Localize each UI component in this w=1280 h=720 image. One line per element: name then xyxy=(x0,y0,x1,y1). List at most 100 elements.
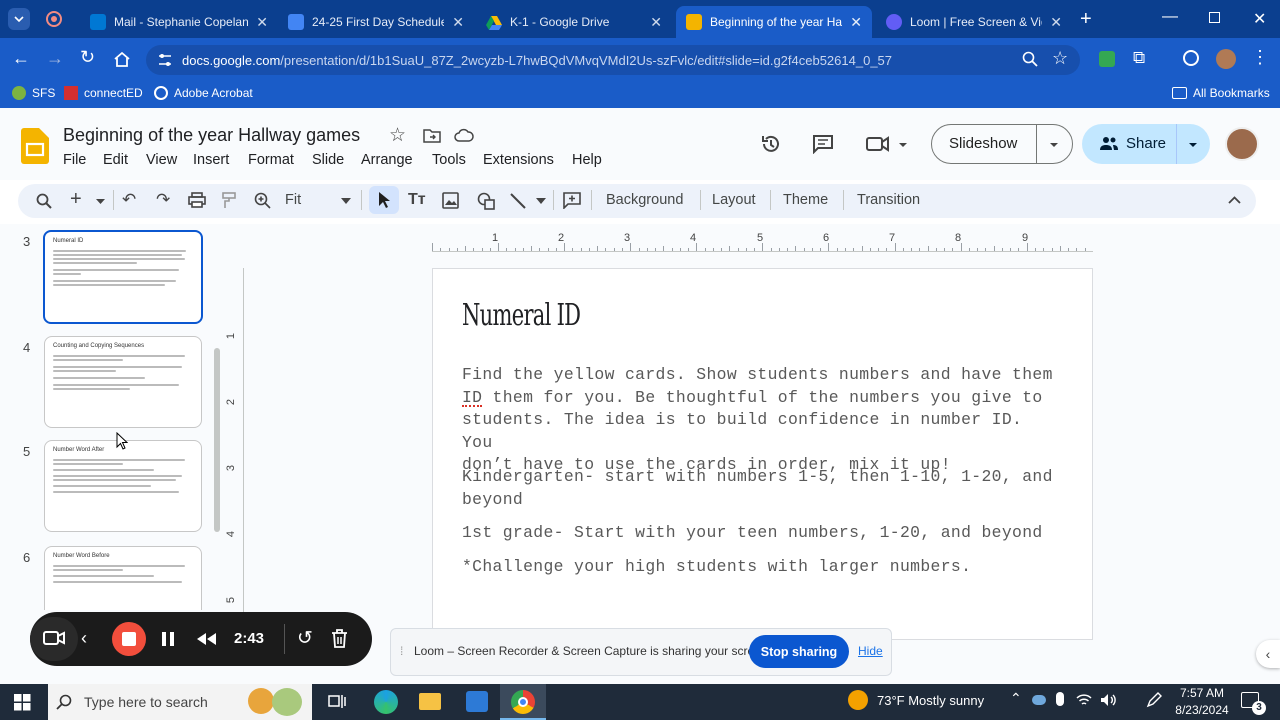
pause-icon[interactable] xyxy=(161,631,175,647)
undo-icon[interactable]: ↶ xyxy=(122,190,136,210)
menu-slide[interactable]: Slide xyxy=(312,152,344,168)
line-dropdown-icon[interactable] xyxy=(536,198,546,204)
slide-thumbnail-selected[interactable]: Numeral ID xyxy=(43,230,203,324)
close-tab-icon[interactable]: ✕ xyxy=(650,14,662,31)
show-hidden-icons-icon[interactable]: ⌃ xyxy=(1010,690,1022,707)
new-tab-icon[interactable]: + xyxy=(1080,8,1092,31)
add-comment-icon[interactable] xyxy=(563,192,581,209)
comments-icon[interactable] xyxy=(812,134,834,154)
bookmark-sfs[interactable]: SFS xyxy=(12,86,55,100)
layout-button[interactable]: Layout xyxy=(712,192,756,208)
menu-view[interactable]: View xyxy=(146,152,177,168)
version-history-icon[interactable] xyxy=(760,133,782,155)
trash-icon[interactable] xyxy=(331,629,348,648)
line-icon[interactable] xyxy=(510,193,526,209)
browser-tab[interactable]: 24-25 First Day Schedule f ✕ xyxy=(278,6,474,38)
cloud-saved-icon[interactable] xyxy=(454,128,474,142)
slide-paragraph[interactable]: 1st grade- Start with your teen numbers,… xyxy=(462,522,1062,545)
zoom-dropdown-icon[interactable] xyxy=(341,198,351,204)
new-slide-layout-dropdown-icon[interactable] xyxy=(96,199,105,204)
weather-text[interactable]: 73°F Mostly sunny xyxy=(877,693,984,708)
zoom-in-icon[interactable] xyxy=(254,192,271,209)
slide-paragraph[interactable]: *Challenge your high students with large… xyxy=(462,556,1062,579)
share-button[interactable]: Share xyxy=(1126,135,1166,152)
close-tab-icon[interactable]: ✕ xyxy=(256,14,268,31)
extension-icon[interactable] xyxy=(1099,51,1115,67)
browser-tab[interactable]: K-1 - Google Drive ✕ xyxy=(476,6,672,38)
tab-search-button[interactable] xyxy=(8,8,30,30)
slide-thumbnail[interactable]: Counting and Copying Sequences xyxy=(44,336,202,428)
profile-avatar[interactable] xyxy=(1216,49,1236,69)
performance-icon[interactable] xyxy=(1183,50,1199,66)
stop-sharing-button[interactable]: Stop sharing xyxy=(749,635,849,668)
menu-arrange[interactable]: Arrange xyxy=(361,152,413,168)
task-view-icon[interactable] xyxy=(328,693,346,710)
new-slide-icon[interactable]: + xyxy=(70,188,82,211)
slide-thumbnail[interactable]: Number Word Before xyxy=(44,546,202,610)
bookmark-adobe-acrobat[interactable]: Adobe Acrobat xyxy=(154,86,253,100)
filmstrip-scrollbar[interactable] xyxy=(214,348,220,532)
slideshow-button[interactable]: Slideshow xyxy=(949,135,1017,152)
browser-tab[interactable]: Mail - Stephanie Copeland ✕ xyxy=(80,6,278,38)
browser-tab[interactable]: Loom | Free Screen & Vide ✕ xyxy=(876,6,1072,38)
reload-icon[interactable]: ↻ xyxy=(80,47,95,68)
home-icon[interactable] xyxy=(113,51,131,67)
zoom-select[interactable]: Fit xyxy=(285,192,301,208)
meet-dropdown-icon[interactable] xyxy=(898,142,908,148)
transition-button[interactable]: Transition xyxy=(857,192,920,208)
restore-window-icon[interactable] xyxy=(1209,12,1220,23)
slide-title[interactable]: Numeral ID xyxy=(462,298,581,333)
network-icon[interactable] xyxy=(1076,693,1092,707)
volume-icon[interactable] xyxy=(1100,693,1118,707)
clock-time[interactable]: 7:57 AM xyxy=(1172,686,1232,700)
menu-insert[interactable]: Insert xyxy=(193,152,229,168)
shape-icon[interactable] xyxy=(477,192,495,210)
account-avatar[interactable] xyxy=(1225,127,1259,161)
redo-icon[interactable]: ↷ xyxy=(156,190,170,210)
menu-extensions[interactable]: Extensions xyxy=(483,152,554,168)
menu-edit[interactable]: Edit xyxy=(103,152,128,168)
meet-video-icon[interactable] xyxy=(866,136,890,152)
close-tab-icon[interactable]: ✕ xyxy=(452,14,464,31)
restart-icon[interactable]: ↺ xyxy=(297,627,313,650)
text-box-icon[interactable]: Tт xyxy=(408,191,426,209)
slide-paragraph[interactable]: Kindergarten- start with numbers 1-5, th… xyxy=(462,466,1062,511)
side-panel-toggle-icon[interactable]: ‹ xyxy=(1256,640,1280,668)
collapse-controls-icon[interactable]: ‹ xyxy=(81,628,87,649)
insert-image-icon[interactable] xyxy=(442,192,459,209)
edge-browser-icon[interactable] xyxy=(374,690,398,714)
bookmark-connected[interactable]: connectED xyxy=(64,86,143,100)
star-icon[interactable]: ☆ xyxy=(389,124,406,147)
hide-banner-link[interactable]: Hide xyxy=(858,644,883,658)
search-menus-icon[interactable] xyxy=(36,193,52,209)
rewind-icon[interactable] xyxy=(195,632,217,646)
menu-format[interactable]: Format xyxy=(248,152,294,168)
share-dropdown-icon[interactable] xyxy=(1188,142,1198,148)
menu-file[interactable]: File xyxy=(63,152,86,168)
close-tab-icon[interactable]: ✕ xyxy=(850,14,862,31)
microsoft-store-icon[interactable] xyxy=(466,691,488,712)
drag-handle-icon[interactable]: ⁞ xyxy=(400,644,403,658)
close-tab-icon[interactable]: ✕ xyxy=(1050,14,1062,31)
address-bar[interactable]: docs.google.com/presentation/d/1b1SuaU_8… xyxy=(146,45,1080,75)
weather-sunny-icon[interactable] xyxy=(848,690,868,710)
pen-input-icon[interactable] xyxy=(1146,692,1162,708)
windows-start-icon[interactable] xyxy=(14,694,31,711)
onedrive-cloud-icon[interactable] xyxy=(1032,695,1046,705)
back-icon[interactable]: ← xyxy=(12,48,30,69)
bookmark-star-icon[interactable]: ☆ xyxy=(1052,48,1068,69)
background-button[interactable]: Background xyxy=(606,192,683,208)
close-window-icon[interactable]: ✕ xyxy=(1253,9,1266,29)
menu-help[interactable]: Help xyxy=(572,152,602,168)
minimize-window-icon[interactable]: — xyxy=(1162,8,1178,26)
paint-format-icon[interactable] xyxy=(221,192,237,209)
print-icon[interactable] xyxy=(188,192,206,208)
browser-tab-active[interactable]: Beginning of the year Hallw ✕ xyxy=(676,6,872,38)
microphone-icon[interactable] xyxy=(1056,692,1064,706)
move-folder-icon[interactable] xyxy=(423,128,441,143)
site-settings-icon[interactable] xyxy=(157,52,173,68)
collapse-menus-icon[interactable] xyxy=(1228,196,1241,204)
select-cursor-icon[interactable] xyxy=(377,191,391,209)
all-bookmarks-button[interactable]: All Bookmarks xyxy=(1172,86,1270,100)
menu-tools[interactable]: Tools xyxy=(432,152,466,168)
